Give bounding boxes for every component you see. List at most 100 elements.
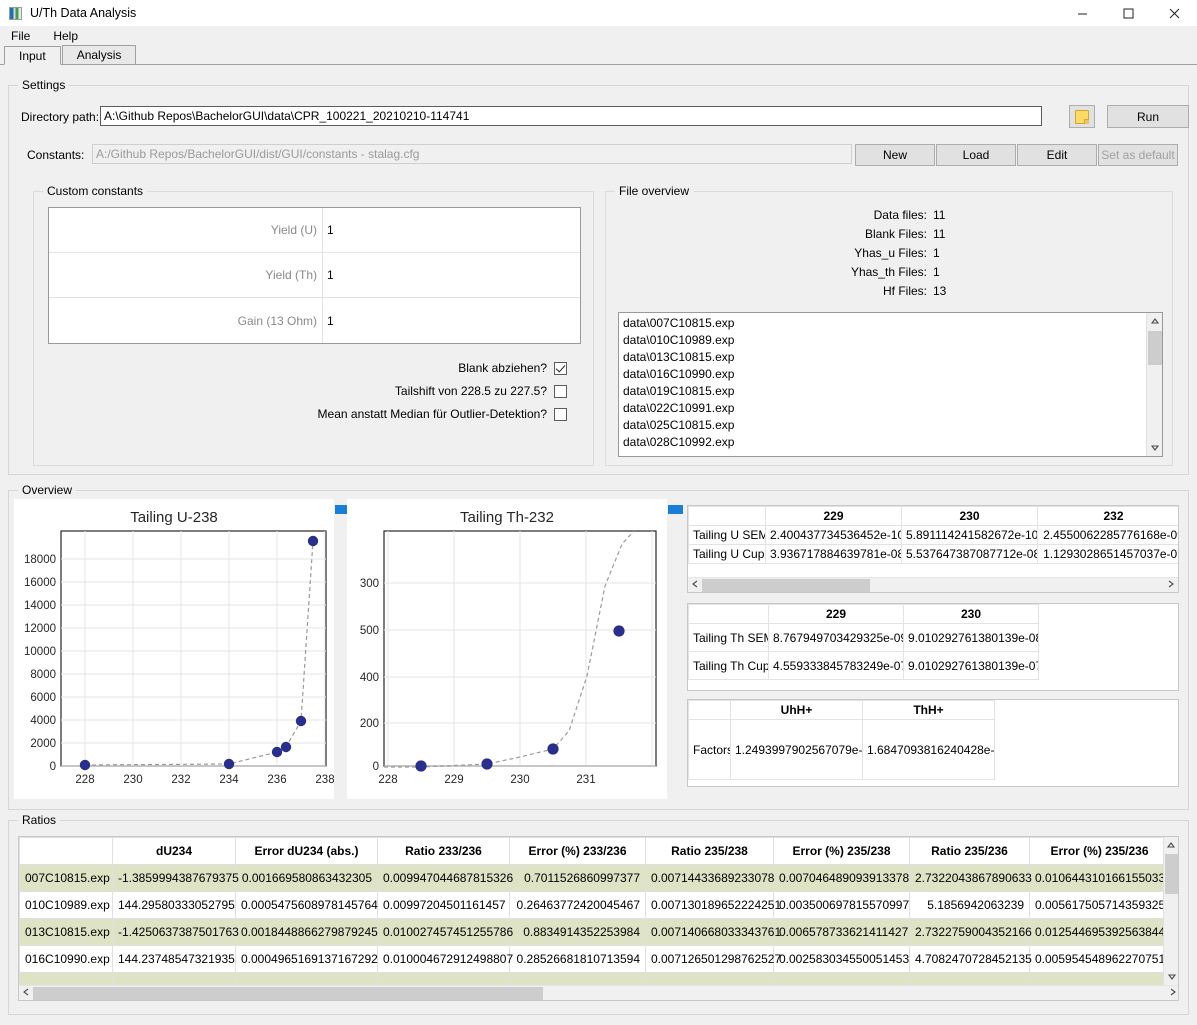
ratios-hscrollbar[interactable]: [19, 985, 1178, 1001]
col-thh: ThH+: [862, 700, 995, 720]
svg-text:18000: 18000: [24, 554, 56, 566]
chart-tailing-th232[interactable]: Tailing Th-232 0 200 400 500 300 228 229…: [347, 499, 667, 799]
file-list-box[interactable]: data\007C10815.exp data\010C10989.exp da…: [618, 312, 1163, 457]
cell-empty: [19, 972, 113, 985]
cell-filler: [1039, 624, 1178, 652]
custom-constants-grid: Yield (U) 1 Yield (Th) 1 Gain (13 Ohm) 1: [48, 207, 581, 344]
cell-value: 0.28526681810713594: [509, 945, 646, 973]
scroll-right-icon[interactable]: [1164, 580, 1178, 590]
menu-help[interactable]: Help: [50, 28, 81, 44]
svg-text:14000: 14000: [24, 600, 56, 612]
maximize-button[interactable]: [1105, 0, 1151, 26]
constant-value[interactable]: 1: [323, 253, 580, 297]
row-header: Tailing U Cup: [688, 544, 766, 564]
cell-value: 0.0004965169137167292: [235, 945, 378, 973]
col-232: 232: [1037, 506, 1178, 526]
constant-name: Yield (Th): [49, 253, 323, 297]
file-list-scrollbar[interactable]: [1146, 313, 1162, 456]
table-row[interactable]: [19, 972, 1165, 985]
menu-file[interactable]: File: [8, 28, 33, 44]
col-blank: [688, 506, 766, 526]
tailshift-label: Tailshift von 228.5 zu 227.5?: [394, 384, 547, 398]
ratios-vscrollbar[interactable]: [1163, 837, 1178, 985]
cell-value: 3.936717884639781e-08: [765, 544, 902, 564]
chart-th232-scrollbar-thumb[interactable]: [668, 505, 683, 514]
constant-row[interactable]: Gain (13 Ohm) 1: [49, 298, 580, 343]
col-blank: [688, 604, 769, 624]
constant-row[interactable]: Yield (U) 1: [49, 208, 580, 253]
cell-value: 9.010292761380139e-08: [903, 623, 1039, 652]
scroll-left-icon[interactable]: [19, 988, 33, 998]
chart-title-th232: Tailing Th-232: [460, 509, 554, 526]
checkbox-row-tailshift[interactable]: Tailshift von 228.5 zu 227.5?: [48, 384, 567, 398]
chart-th232-scrollbar[interactable]: [668, 505, 683, 795]
edit-constants-button[interactable]: Edit: [1017, 144, 1097, 166]
list-item[interactable]: data\016C10990.exp: [623, 366, 1162, 383]
hscrollbar-thumb[interactable]: [33, 986, 543, 1000]
table-row[interactable]: 010C10989.exp 144.29580333052795 0.00054…: [19, 891, 1165, 919]
close-button[interactable]: [1151, 0, 1197, 26]
table-header-row: 229 230: [688, 604, 1178, 624]
list-item[interactable]: data\010C10989.exp: [623, 332, 1162, 349]
scroll-right-icon[interactable]: [1166, 988, 1178, 998]
list-item[interactable]: data\025C10815.exp: [623, 417, 1162, 434]
run-button[interactable]: Run: [1107, 105, 1189, 128]
scrollbar-thumb[interactable]: [1148, 331, 1162, 365]
list-item[interactable]: data\019C10815.exp: [623, 383, 1162, 400]
directory-path-label: Directory path:: [21, 110, 100, 124]
cell-value: 0.009947044687815326: [377, 864, 513, 892]
scroll-down-icon[interactable]: [1147, 440, 1162, 456]
list-item[interactable]: data\022C10991.exp: [623, 400, 1162, 417]
tab-input[interactable]: Input: [4, 46, 61, 65]
scroll-up-icon[interactable]: [1164, 837, 1178, 853]
table-row[interactable]: 013C10815.exp -1.4250637387501763 0.0018…: [19, 918, 1165, 946]
chart-tailing-u238[interactable]: Tailing U-238 0 2000 4000 6000 8000 1000…: [14, 499, 334, 799]
blank-abziehen-label: Blank abziehen?: [458, 361, 547, 375]
scrollbar-thumb[interactable]: [1165, 854, 1178, 894]
col-du234: dU234: [112, 837, 236, 865]
constant-value[interactable]: 1: [323, 298, 580, 343]
hscrollbar-thumb[interactable]: [702, 578, 870, 592]
file-count-row: Yhas_th Files: 1: [606, 263, 1172, 282]
tailshift-checkbox[interactable]: [554, 384, 567, 398]
svg-text:234: 234: [219, 774, 239, 786]
scroll-left-icon[interactable]: [688, 580, 702, 590]
hscroll-track[interactable]: [702, 578, 1164, 593]
cell-value: -1.4250637387501763: [112, 918, 239, 946]
hscroll-track[interactable]: [33, 986, 1166, 1001]
load-constants-button[interactable]: Load: [936, 144, 1016, 166]
col-blank: [688, 700, 731, 720]
svg-text:230: 230: [510, 774, 529, 786]
svg-text:231: 231: [576, 774, 595, 786]
directory-path-input[interactable]: A:\Github Repos\BachelorGUI\data\CPR_100…: [100, 106, 1042, 126]
blank-abziehen-checkbox[interactable]: [554, 361, 567, 375]
mean-median-checkbox[interactable]: [554, 407, 567, 421]
checkbox-row-mean-median[interactable]: Mean anstatt Median für Outlier-Detektio…: [48, 407, 567, 421]
col-uhh: UhH+: [730, 700, 863, 720]
ratios-table: dU234 Error dU234 (abs.) Ratio 233/236 E…: [19, 837, 1165, 985]
constant-value[interactable]: 1: [323, 208, 580, 252]
scroll-up-icon[interactable]: [1147, 313, 1162, 329]
file-count-row: Data files: 11: [606, 206, 1172, 225]
custom-constants-group: Custom constants Yield (U) 1 Yield (Th) …: [33, 184, 594, 466]
title-bar: U/Th Data Analysis: [0, 0, 1197, 26]
constant-row[interactable]: Yield (Th) 1: [49, 253, 580, 298]
col-filename: [19, 837, 113, 865]
minimize-button[interactable]: [1059, 0, 1105, 26]
svg-text:238: 238: [315, 774, 334, 786]
tab-analysis[interactable]: Analysis: [61, 45, 137, 64]
table-row[interactable]: 007C10815.exp -1.3859994387679375 0.0016…: [19, 864, 1165, 892]
new-constants-button[interactable]: New: [855, 144, 935, 166]
table-row: Tailing Th Cup 4.559333845783249e-07 9.0…: [688, 651, 1178, 680]
browse-folder-button[interactable]: [1069, 105, 1095, 128]
list-item[interactable]: data\007C10815.exp: [623, 315, 1162, 332]
table-row[interactable]: 016C10990.exp 144.23748547321935 0.00049…: [19, 945, 1165, 973]
checkbox-row-blank[interactable]: Blank abziehen?: [48, 361, 567, 375]
list-item[interactable]: data\013C10815.exp: [623, 349, 1162, 366]
tailing-u-hscrollbar[interactable]: [688, 577, 1178, 592]
list-item[interactable]: data\028C10992.exp: [623, 434, 1162, 451]
chart-u238-scrollbar[interactable]: [335, 505, 350, 795]
cell-empty: [773, 972, 910, 985]
scroll-down-icon[interactable]: [1164, 969, 1178, 985]
svg-text:12000: 12000: [24, 623, 56, 635]
